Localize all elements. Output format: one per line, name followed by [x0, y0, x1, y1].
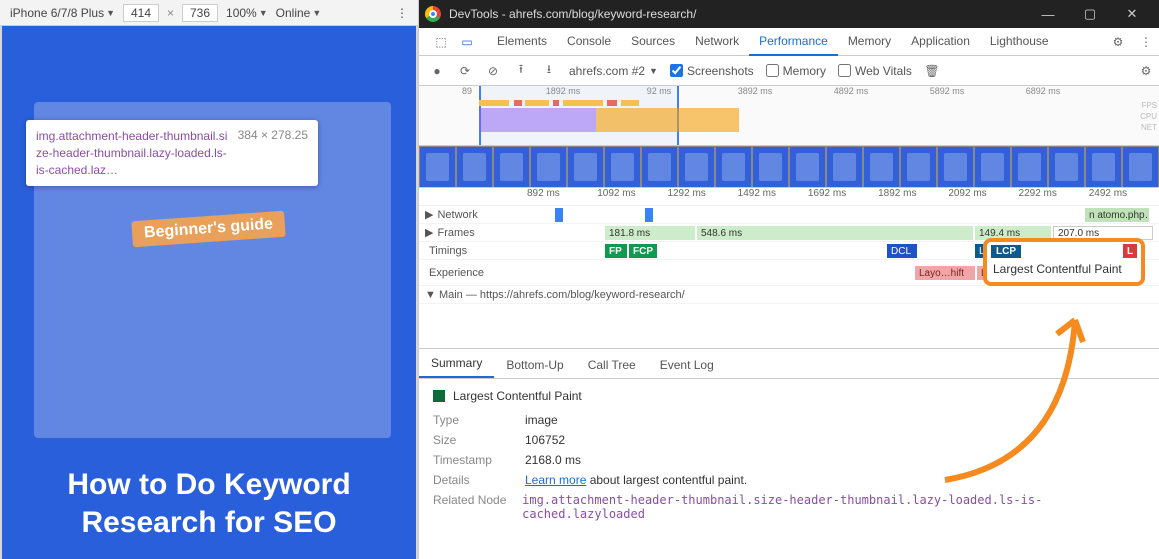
tab-elements[interactable]: Elements — [487, 28, 557, 56]
window-titlebar: DevTools - ahrefs.com/blog/keyword-resea… — [419, 0, 1159, 28]
device-select[interactable]: iPhone 6/7/8 Plus▼ — [10, 6, 115, 20]
download-icon[interactable]: ⭳ — [541, 60, 557, 81]
inspect-icon[interactable]: ⬚ — [429, 35, 453, 49]
performance-toolbar: ● ⟳ ⊘ ⭱ ⭳ ahrefs.com #2▼ Screenshots Mem… — [419, 56, 1159, 86]
annotation-arrow — [925, 300, 1105, 490]
rendered-page[interactable]: ahrefsblog Beginner's guide How to Do Ke… — [2, 26, 416, 559]
overview-metrics: FPSCPUNET — [1140, 100, 1157, 133]
stab-bottomup[interactable]: Bottom-Up — [494, 352, 575, 378]
kebab-icon[interactable]: ⋮ — [1133, 35, 1159, 49]
chrome-icon — [425, 6, 441, 22]
request-atomo[interactable]: n atomo.php… — [1085, 208, 1149, 222]
kebab-icon[interactable]: ⋮ — [396, 6, 408, 20]
filmstrip-thumb[interactable] — [419, 146, 456, 188]
overview-area — [479, 108, 1129, 132]
lcp-tooltip-label: Largest Contentful Paint — [991, 258, 1137, 280]
ov-tick: 3892 ms — [707, 86, 803, 100]
element-tooltip: imgimg.attachment-header-thumbnail.size-… — [26, 120, 318, 186]
lcp-callout: LCP L Largest Contentful Paint — [983, 238, 1145, 286]
height-input[interactable]: 736 — [182, 4, 218, 22]
screenshots-checkbox[interactable]: Screenshots — [670, 64, 754, 78]
maximize-button[interactable]: ▢ — [1069, 0, 1111, 28]
close-button[interactable]: ✕ — [1111, 0, 1153, 28]
upload-icon[interactable]: ⭱ — [513, 60, 529, 81]
webvitals-checkbox[interactable]: Web Vitals — [838, 64, 912, 78]
panel-tabs: Elements Console Sources Network Perform… — [487, 28, 1059, 56]
tab-console[interactable]: Console — [557, 28, 621, 56]
minimize-button[interactable]: — — [1027, 0, 1069, 28]
filmstrip[interactable] — [419, 146, 1159, 188]
reload-icon[interactable]: ⟳ — [457, 64, 473, 78]
stab-calltree[interactable]: Call Tree — [576, 352, 648, 378]
page-title: How to Do Keyword Research for SEO — [2, 466, 416, 541]
stab-summary[interactable]: Summary — [419, 350, 494, 378]
tab-sources[interactable]: Sources — [621, 28, 685, 56]
window-title: DevTools - ahrefs.com/blog/keyword-resea… — [449, 7, 1027, 21]
recording-select[interactable]: ahrefs.com #2▼ — [569, 64, 658, 78]
ov-tick: 5892 ms — [899, 86, 995, 100]
row-network[interactable]: ▶Network n atomo.php… — [419, 206, 1159, 224]
chevron-down-icon: ▼ — [312, 8, 321, 18]
tab-memory[interactable]: Memory — [838, 28, 901, 56]
record-icon[interactable]: ● — [429, 64, 445, 78]
learn-more-link[interactable]: Learn more — [525, 473, 586, 487]
viewport: ahrefsblog Beginner's guide How to Do Ke… — [0, 26, 418, 559]
times-separator: × — [167, 6, 174, 20]
chevron-down-icon: ▼ — [106, 8, 115, 18]
stab-eventlog[interactable]: Event Log — [648, 352, 726, 378]
device-preview-pane: iPhone 6/7/8 Plus▼ 414 × 736 100%▼ Onlin… — [0, 0, 419, 559]
clear-icon[interactable]: ⊘ — [485, 64, 501, 78]
lcp-badge: LCP — [991, 245, 1021, 258]
ov-tick: 6892 ms — [995, 86, 1091, 100]
zoom-select[interactable]: 100%▼ — [226, 6, 268, 20]
timeline-ruler: 892 ms1092 ms1292 ms1492 ms1692 ms1892 m… — [419, 188, 1159, 206]
ov-tick: 4892 ms — [803, 86, 899, 100]
memory-checkbox[interactable]: Memory — [766, 64, 826, 78]
device-toolbar: iPhone 6/7/8 Plus▼ 414 × 736 100%▼ Onlin… — [0, 0, 418, 26]
panel-settings-icon[interactable]: ⚙ — [1133, 64, 1159, 78]
tab-lighthouse[interactable]: Lighthouse — [980, 28, 1059, 56]
tab-application[interactable]: Application — [901, 28, 980, 56]
device-toggle-icon[interactable]: ▭ — [455, 35, 479, 49]
trash-icon[interactable]: 🗑 — [924, 64, 940, 78]
chevron-down-icon: ▼ — [259, 8, 268, 18]
width-input[interactable]: 414 — [123, 4, 159, 22]
details-title: Largest Contentful Paint — [453, 389, 582, 403]
lcp-marker-icon: L — [1123, 244, 1137, 258]
overview-strip[interactable]: 89 1892 ms 92 ms 3892 ms 4892 ms 5892 ms… — [419, 86, 1159, 146]
tooltip-dimensions: 384 × 278.25 — [238, 128, 308, 178]
tab-network[interactable]: Network — [685, 28, 749, 56]
settings-icon[interactable]: ⚙ — [1105, 35, 1131, 49]
throttle-select[interactable]: Online▼ — [276, 6, 322, 20]
devtools-toolbar: ⬚ ▭ Elements Console Sources Network Per… — [419, 28, 1159, 56]
tab-performance[interactable]: Performance — [749, 28, 838, 56]
related-node-link[interactable]: img.attachment-header-thumbnail.size-hea… — [522, 493, 1145, 521]
tooltip-selector: imgimg.attachment-header-thumbnail.size-… — [36, 128, 228, 178]
color-swatch — [433, 390, 445, 402]
